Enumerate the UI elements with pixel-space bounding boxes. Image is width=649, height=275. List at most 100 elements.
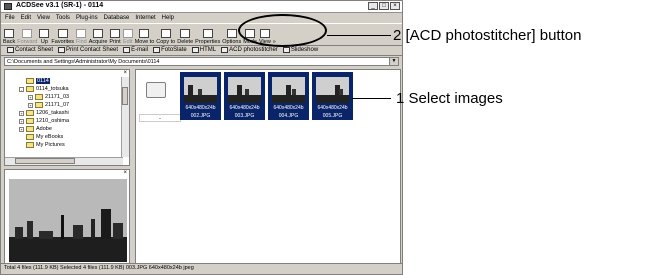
tree-item[interactable]: My eBooks	[19, 134, 63, 140]
parent-folder-icon[interactable]	[146, 82, 166, 98]
print-contact-sheet-button[interactable]: Print Contact Sheet	[58, 47, 118, 53]
email-button[interactable]: E-mail	[123, 47, 148, 53]
folder-icon	[26, 118, 34, 124]
tree-item-label: My Pictures	[36, 142, 65, 148]
callout-select-images: 1 Select images	[396, 90, 503, 107]
tree-horizontal-scrollbar[interactable]	[5, 157, 123, 165]
tree-item-label: 21171_03	[45, 94, 70, 100]
copy-to-button[interactable]: Copy to	[156, 25, 175, 45]
slideshow-button[interactable]: Slideshow	[282, 47, 318, 53]
fotoslate-button[interactable]: FotoSlate	[153, 47, 187, 53]
tree-expander-icon[interactable]: +	[28, 94, 33, 100]
thumbnail-picture	[184, 77, 217, 103]
edit-button[interactable]: Edit	[122, 25, 133, 45]
tree-item-label: Adobe	[36, 126, 52, 132]
tree-item[interactable]: +21171_03	[28, 94, 69, 100]
image-thumbnail[interactable]: 640x480x24b 003.JPG	[224, 72, 265, 120]
email-label: E-mail	[131, 47, 149, 53]
tree-item[interactable]: - 0114_totsuka	[19, 86, 69, 92]
acd-photostitcher-button[interactable]: ACD photostitcher	[221, 47, 278, 53]
up-icon	[39, 29, 50, 38]
tree-item-label: 0114_totsuka	[36, 86, 69, 92]
edit-icon	[122, 29, 133, 38]
acquire-icon	[93, 29, 104, 38]
contact-sheet-icon	[7, 47, 14, 53]
folder-icon	[26, 126, 34, 132]
tree-expander-icon[interactable]: +	[28, 102, 33, 108]
acquire-button[interactable]: Acquire	[89, 25, 107, 45]
close-button[interactable]: ×	[390, 2, 400, 10]
parent-folder-label[interactable]: ..	[139, 114, 181, 122]
print-contact-sheet-label: Print Contact Sheet	[66, 47, 119, 53]
thumbnail-resolution: 640x480x24b	[185, 105, 216, 111]
delete-button[interactable]: Delete	[177, 25, 193, 45]
close-icon[interactable]: ×	[123, 170, 127, 176]
address-text: C:\Documents and Settings\Administrator\…	[7, 59, 160, 65]
tree-vertical-scrollbar[interactable]	[121, 77, 129, 157]
menu-tools[interactable]: Tools	[56, 15, 70, 21]
menu-internet[interactable]: Internet	[135, 15, 155, 21]
tree-expander-icon[interactable]: +	[19, 110, 24, 116]
up-button[interactable]: Up	[39, 25, 50, 45]
contact-sheet-label: Contact Sheet	[15, 47, 54, 53]
options-icon	[226, 29, 237, 38]
menu-edit[interactable]: Edit	[21, 15, 31, 21]
forward-button[interactable]: Forward	[17, 25, 37, 45]
minimize-button[interactable]: _	[368, 2, 378, 10]
thumbnail-picture	[272, 77, 305, 103]
menu-view[interactable]: View	[37, 15, 50, 21]
maximize-button[interactable]: □	[379, 2, 389, 10]
move-to-button[interactable]: Move to	[135, 25, 154, 45]
favorites-button[interactable]: Favorites	[51, 25, 74, 45]
tree-item[interactable]: 0114	[19, 78, 50, 84]
html-button[interactable]: HTML	[191, 47, 216, 53]
image-thumbnail[interactable]: 640x480x24b 002.JPG	[180, 72, 221, 120]
callout-photostitcher-button: 2 [ACD photostitcher] button	[393, 27, 582, 44]
tree-item-label: My eBooks	[36, 134, 64, 140]
callout-leader-line	[352, 98, 391, 99]
tree-item[interactable]: +1210_oshima	[19, 118, 69, 124]
folder-icon	[26, 142, 34, 148]
tree-item[interactable]: My Pictures	[19, 142, 65, 148]
contact-sheet-button[interactable]: Contact Sheet	[7, 47, 53, 53]
menu-help[interactable]: Help	[162, 15, 174, 21]
fotoslate-icon	[153, 47, 161, 53]
back-icon	[4, 29, 15, 38]
address-bar[interactable]: C:\Documents and Settings\Administrator\…	[4, 57, 399, 66]
tree-expander-icon[interactable]: +	[19, 118, 24, 124]
tree-expander-icon[interactable]: +	[19, 126, 24, 132]
image-thumbnail[interactable]: 640x480x24b 005.JPG	[312, 72, 353, 120]
close-icon[interactable]: ×	[123, 70, 127, 76]
menu-bar: File Edit View Tools Plug-ins Database I…	[1, 13, 402, 22]
find-button[interactable]: Find	[76, 25, 87, 45]
email-icon	[123, 47, 131, 53]
thumbnail-filename: 003.JPG	[234, 113, 255, 119]
tree-item[interactable]: +21171_07	[28, 102, 69, 108]
tree-item[interactable]: + Adobe	[19, 126, 52, 132]
preview-pane: ×	[4, 169, 130, 264]
thumbnail-picture	[228, 77, 261, 103]
tree-item[interactable]: +1206_takashi	[19, 110, 69, 116]
window-title: ACDSee v3.1 (SR-1) - 0114	[16, 2, 104, 9]
properties-button[interactable]: Properties	[195, 25, 220, 45]
print-button[interactable]: Print	[109, 25, 121, 45]
status-bar: Total 4 files (111.9 KB) Selected 4 file…	[1, 263, 402, 274]
folder-icon	[35, 102, 43, 108]
callout-leader-line	[327, 35, 391, 36]
move-to-icon	[139, 29, 150, 38]
menu-file[interactable]: File	[5, 15, 15, 21]
thumbnail-resolution: 640x480x24b	[229, 105, 260, 111]
menu-plug-ins[interactable]: Plug-ins	[76, 15, 98, 21]
photostitcher-icon	[221, 47, 229, 53]
scroll-thumb[interactable]	[15, 158, 75, 164]
scroll-thumb[interactable]	[122, 87, 128, 105]
back-button[interactable]: Back	[3, 25, 15, 45]
tree-expander-icon[interactable]: -	[19, 86, 24, 92]
chevron-down-icon[interactable]: ▼	[389, 58, 398, 65]
fotoslate-label: FotoSlate	[161, 47, 187, 53]
image-thumbnail[interactable]: 640x480x24b 004.JPG	[268, 72, 309, 120]
menu-database[interactable]: Database	[104, 15, 130, 21]
print-icon	[110, 29, 121, 38]
acd-photostitcher-label: ACD photostitcher	[229, 47, 278, 53]
print-contact-sheet-icon	[58, 47, 66, 53]
